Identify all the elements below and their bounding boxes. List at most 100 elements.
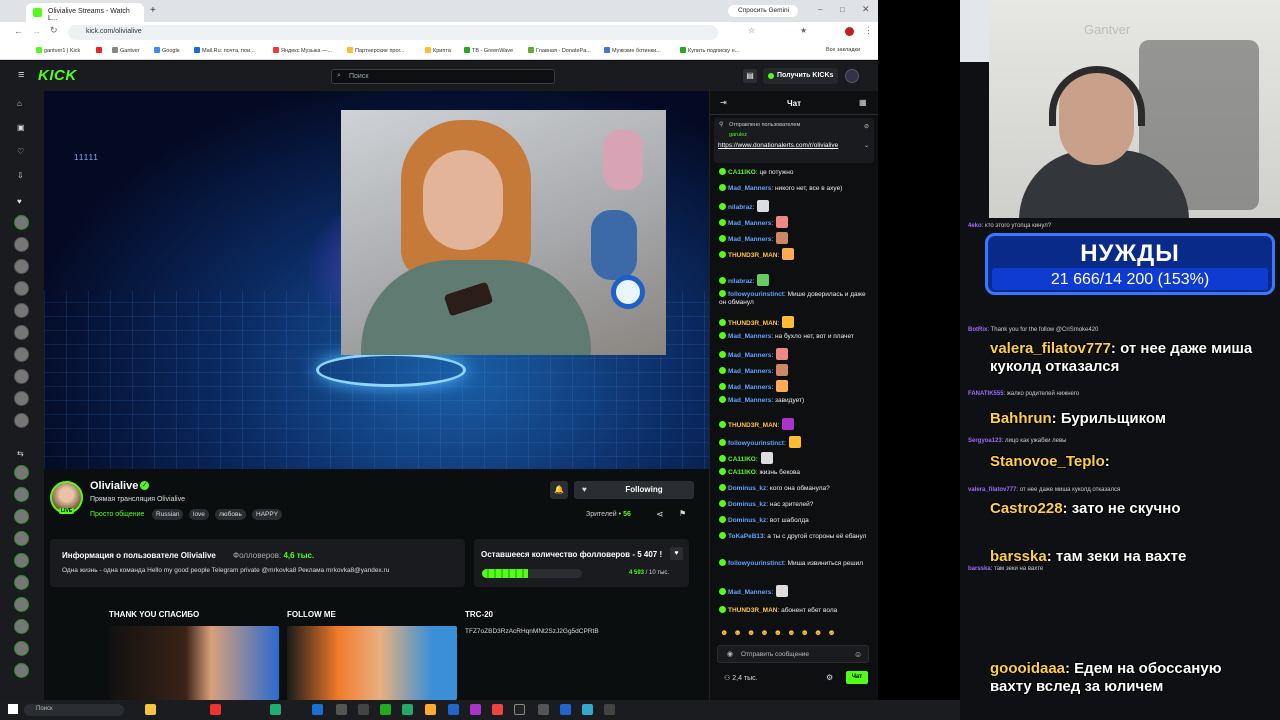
recommended-icon[interactable]: ⇆	[17, 449, 27, 458]
new-tab-button[interactable]: +	[150, 5, 156, 16]
emoji-icon[interactable]: ☺	[854, 650, 862, 659]
recommended-channel-avatar[interactable]	[14, 553, 29, 568]
taskbar-app-icon[interactable]	[560, 704, 571, 715]
taskbar-app-icon[interactable]	[402, 704, 413, 715]
category-link[interactable]: Просто общение	[90, 511, 144, 518]
share-icon[interactable]: ⋖	[656, 509, 664, 520]
layout-icon[interactable]: ▤	[743, 69, 757, 83]
chat-username[interactable]: CA11IKO	[728, 469, 756, 476]
chat-username[interactable]: CA11IKO	[728, 456, 756, 463]
chat-username[interactable]: Mad_Manners	[728, 589, 771, 596]
chat-username[interactable]: Mad_Manners	[728, 185, 771, 192]
followed-channel-avatar[interactable]	[14, 413, 29, 428]
bookmark-item[interactable]: Партнерские прог...	[347, 47, 404, 54]
bookmark-item[interactable]: TB - GreenWave	[464, 47, 513, 54]
taskbar-search[interactable]: Поиск	[24, 704, 124, 716]
chat-username[interactable]: Dominus_kz	[728, 485, 766, 492]
followed-channel-avatar[interactable]	[14, 391, 29, 406]
tag-russian[interactable]: Russian	[152, 509, 184, 520]
recommended-channel-avatar[interactable]	[14, 531, 29, 546]
following-button[interactable]: ♥ Following	[574, 481, 694, 499]
recommended-channel-avatar[interactable]	[14, 575, 29, 590]
taskbar-app-icon[interactable]	[448, 704, 459, 715]
panel-image-thanks[interactable]	[109, 626, 279, 700]
recommended-channel-avatar[interactable]	[14, 465, 29, 480]
kick-logo[interactable]: KICK	[38, 67, 77, 84]
maximize-icon[interactable]: □	[840, 5, 845, 14]
chat-username[interactable]: THUND3R_MAN	[728, 607, 777, 614]
home-icon[interactable]: ⌂	[17, 99, 27, 108]
chat-username[interactable]: Mad_Manners	[728, 333, 771, 340]
url-field[interactable]: kick.com/olivialive	[68, 25, 718, 40]
menu-dots-icon[interactable]: ⋮	[864, 25, 873, 36]
taskbar-app-icon[interactable]	[538, 704, 549, 715]
chat-username[interactable]: Mad_Manners	[728, 352, 771, 359]
download-icon[interactable]: ⇩	[17, 171, 27, 180]
recommended-channel-avatar[interactable]	[14, 641, 29, 656]
chat-send-button[interactable]: Чат	[846, 671, 868, 684]
followed-channel-avatar[interactable]	[14, 237, 29, 252]
chat-username[interactable]: THUND3R_MAN	[728, 320, 777, 327]
hamburger-icon[interactable]: ≡	[18, 69, 24, 81]
goal-heart-icon[interactable]: ♥	[670, 547, 683, 560]
followed-channel-avatar[interactable]	[14, 303, 29, 318]
bookmark-item[interactable]: Mail.Ru: почта, пои...	[194, 47, 255, 54]
report-flag-icon[interactable]: ⚑	[679, 509, 686, 518]
pinned-link[interactable]: https://www.donationalerts.com/r/olivial…	[718, 142, 858, 150]
followed-channel-avatar[interactable]	[14, 215, 29, 230]
unpin-icon[interactable]: ⊘	[864, 123, 869, 130]
chat-message-input[interactable]: ◉ Отправить сообщение ☺	[717, 645, 869, 663]
following-heart-icon[interactable]: ♡	[17, 147, 27, 156]
tab-kick[interactable]: Olivialive Streams - Watch L...	[26, 3, 144, 22]
bookmark-item[interactable]: Gantver	[112, 47, 140, 54]
gemini-button[interactable]: Спросить Gemini	[728, 5, 798, 17]
recommended-channel-avatar[interactable]	[14, 487, 29, 502]
taskbar-app-icon[interactable]	[425, 704, 436, 715]
chat-username[interactable]: CA11IKO	[728, 169, 756, 176]
bookmark-item[interactable]: Купить подписку н...	[680, 47, 739, 54]
heart-icon[interactable]: ♥	[17, 197, 27, 206]
chat-username[interactable]: followyourinstinct	[728, 440, 784, 447]
bookmark-item[interactable]: gantver1 | Kick	[36, 47, 80, 54]
bookmark-item[interactable]: Яндекс Музыка —...	[273, 47, 332, 54]
followed-channel-avatar[interactable]	[14, 369, 29, 384]
bookmark-item[interactable]: Google	[154, 47, 180, 54]
chrome-icon[interactable]	[492, 704, 503, 715]
panel-image-follow[interactable]	[287, 626, 457, 700]
chat-username[interactable]: Dominus_kz	[728, 517, 766, 524]
chat-username[interactable]: nilabraz	[728, 278, 753, 285]
taskbar-app-icon[interactable]	[582, 704, 593, 715]
taskbar-app-icon[interactable]	[210, 704, 221, 715]
recommended-channel-avatar[interactable]	[14, 619, 29, 634]
bookmark-item[interactable]: Крипта	[425, 47, 451, 54]
video-player[interactable]: 11111	[44, 91, 709, 469]
chat-username[interactable]: Mad_Manners	[728, 220, 771, 227]
chat-username[interactable]: THUND3R_MAN	[728, 252, 777, 259]
chat-username[interactable]: Dominus_kz	[728, 501, 766, 508]
chat-settings-icon[interactable]: ⚙	[826, 673, 833, 682]
search-input[interactable]: ⌕ Поиск	[331, 69, 555, 84]
start-icon[interactable]	[8, 704, 18, 714]
chat-users-icon[interactable]: ▦	[859, 98, 867, 107]
bookmark-item[interactable]: Мужские ботинки...	[604, 47, 661, 54]
followed-channel-avatar[interactable]	[14, 281, 29, 296]
chat-username[interactable]: Mad_Manners	[728, 384, 771, 391]
recommended-channel-avatar[interactable]	[14, 663, 29, 678]
followed-channel-avatar[interactable]	[14, 325, 29, 340]
followed-channel-avatar[interactable]	[14, 259, 29, 274]
close-icon[interactable]: ✕	[862, 4, 870, 15]
tag-lyubov[interactable]: любовь	[215, 509, 246, 520]
taskbar-app-icon[interactable]	[336, 704, 347, 715]
bookmark-item[interactable]: Все закладки	[826, 47, 860, 53]
forward-icon[interactable]: →	[32, 26, 41, 36]
chat-username[interactable]: Mad_Manners	[728, 368, 771, 375]
back-icon[interactable]: ←	[14, 26, 23, 36]
tag-love[interactable]: love	[189, 509, 209, 520]
chat-username[interactable]: THUND3R_MAN	[728, 422, 777, 429]
chat-username[interactable]: ToKaPeB13	[728, 533, 764, 540]
pinned-user[interactable]: garulez	[729, 132, 747, 138]
recommended-channel-avatar[interactable]	[14, 597, 29, 612]
star-icon[interactable]: ☆	[748, 26, 755, 35]
recommended-channel-avatar[interactable]	[14, 509, 29, 524]
followed-channel-avatar[interactable]	[14, 347, 29, 362]
